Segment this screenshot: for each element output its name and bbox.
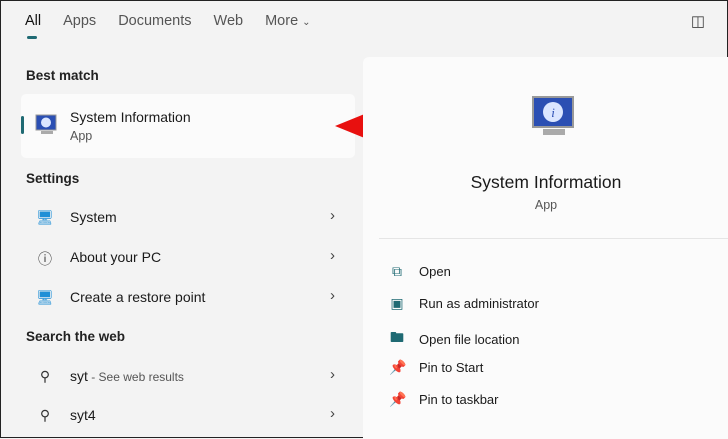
best-match-result[interactable]: System Information App: [21, 94, 355, 158]
item-label: syt - See web results: [70, 368, 184, 384]
info-icon: ⓘ: [38, 251, 52, 267]
settings-item-restore[interactable]: 🖥 Create a restore point ›: [21, 279, 355, 315]
system-info-icon: [35, 114, 57, 134]
tab-all[interactable]: All: [25, 13, 41, 39]
item-label: About your PC: [70, 249, 162, 265]
filter-tabs: All Apps Documents Web More ⌄: [25, 13, 333, 39]
svg-text:i: i: [551, 105, 555, 120]
web-query: syt4: [70, 407, 96, 423]
action-open-file-location[interactable]: 🖿 Open file location: [389, 327, 519, 351]
pin-icon: 📌: [389, 391, 407, 407]
chevron-right-icon: ›: [330, 405, 335, 422]
tab-documents[interactable]: Documents: [118, 13, 191, 29]
search-icon: ⚲: [39, 407, 51, 423]
tab-apps[interactable]: Apps: [63, 13, 96, 29]
web-result[interactable]: ⚲ syt4 ›: [21, 397, 355, 433]
search-icon: ⚲: [39, 368, 51, 384]
web-heading: Search the web: [26, 329, 126, 344]
chevron-down-icon: ⌄: [302, 17, 311, 28]
item-label: System: [70, 209, 117, 225]
preview-title: System Information: [470, 172, 622, 192]
pin-icon: 📌: [389, 359, 407, 375]
chevron-right-icon: ›: [330, 366, 335, 383]
item-label: Create a restore point: [70, 289, 206, 305]
best-match-heading: Best match: [26, 68, 99, 83]
settings-heading: Settings: [26, 171, 80, 186]
chevron-right-icon: ›: [330, 287, 335, 304]
settings-item-system[interactable]: 🖥 System ›: [21, 199, 355, 235]
best-match-title: System Information: [70, 109, 191, 125]
monitor-icon: 🖥: [36, 289, 54, 305]
settings-item-about[interactable]: ⓘ About your PC ›: [21, 239, 355, 275]
preview-type: App: [534, 198, 558, 212]
open-external-icon: ⧉: [392, 263, 402, 279]
chevron-right-icon: ›: [330, 247, 335, 264]
action-pin-to-start[interactable]: 📌 Pin to Start: [389, 359, 483, 376]
action-open[interactable]: ⧉ Open: [389, 263, 451, 280]
action-pin-to-taskbar[interactable]: 📌 Pin to taskbar: [389, 391, 499, 408]
tab-web[interactable]: Web: [214, 13, 244, 29]
account-switch-icon[interactable]: ◫: [691, 12, 705, 30]
divider: [379, 238, 728, 239]
action-label: Pin to Start: [419, 360, 484, 375]
web-hint: - See web results: [87, 370, 184, 384]
monitor-icon: 🖥: [36, 209, 54, 225]
web-result[interactable]: ⚲ syt - See web results ›: [21, 358, 355, 394]
selection-indicator: [21, 116, 24, 134]
system-info-large-icon: i: [532, 96, 574, 135]
web-query: syt: [70, 368, 88, 384]
action-label: Open: [419, 264, 451, 279]
chevron-right-icon: ›: [330, 207, 335, 224]
action-label: Pin to taskbar: [419, 392, 499, 407]
action-label: Run as administrator: [419, 296, 539, 311]
action-run-as-admin[interactable]: ▣ Run as administrator: [389, 295, 539, 312]
best-match-type: App: [70, 129, 93, 143]
action-label: Open file location: [419, 331, 520, 347]
preview-panel: i System Information App ⧉ Open ▣ Run as a…: [363, 57, 728, 439]
folder-icon: 🖿: [390, 329, 404, 345]
shield-window-icon: ▣: [390, 295, 404, 311]
tab-more-label: More: [265, 13, 299, 29]
tab-more[interactable]: More ⌄: [265, 13, 310, 29]
